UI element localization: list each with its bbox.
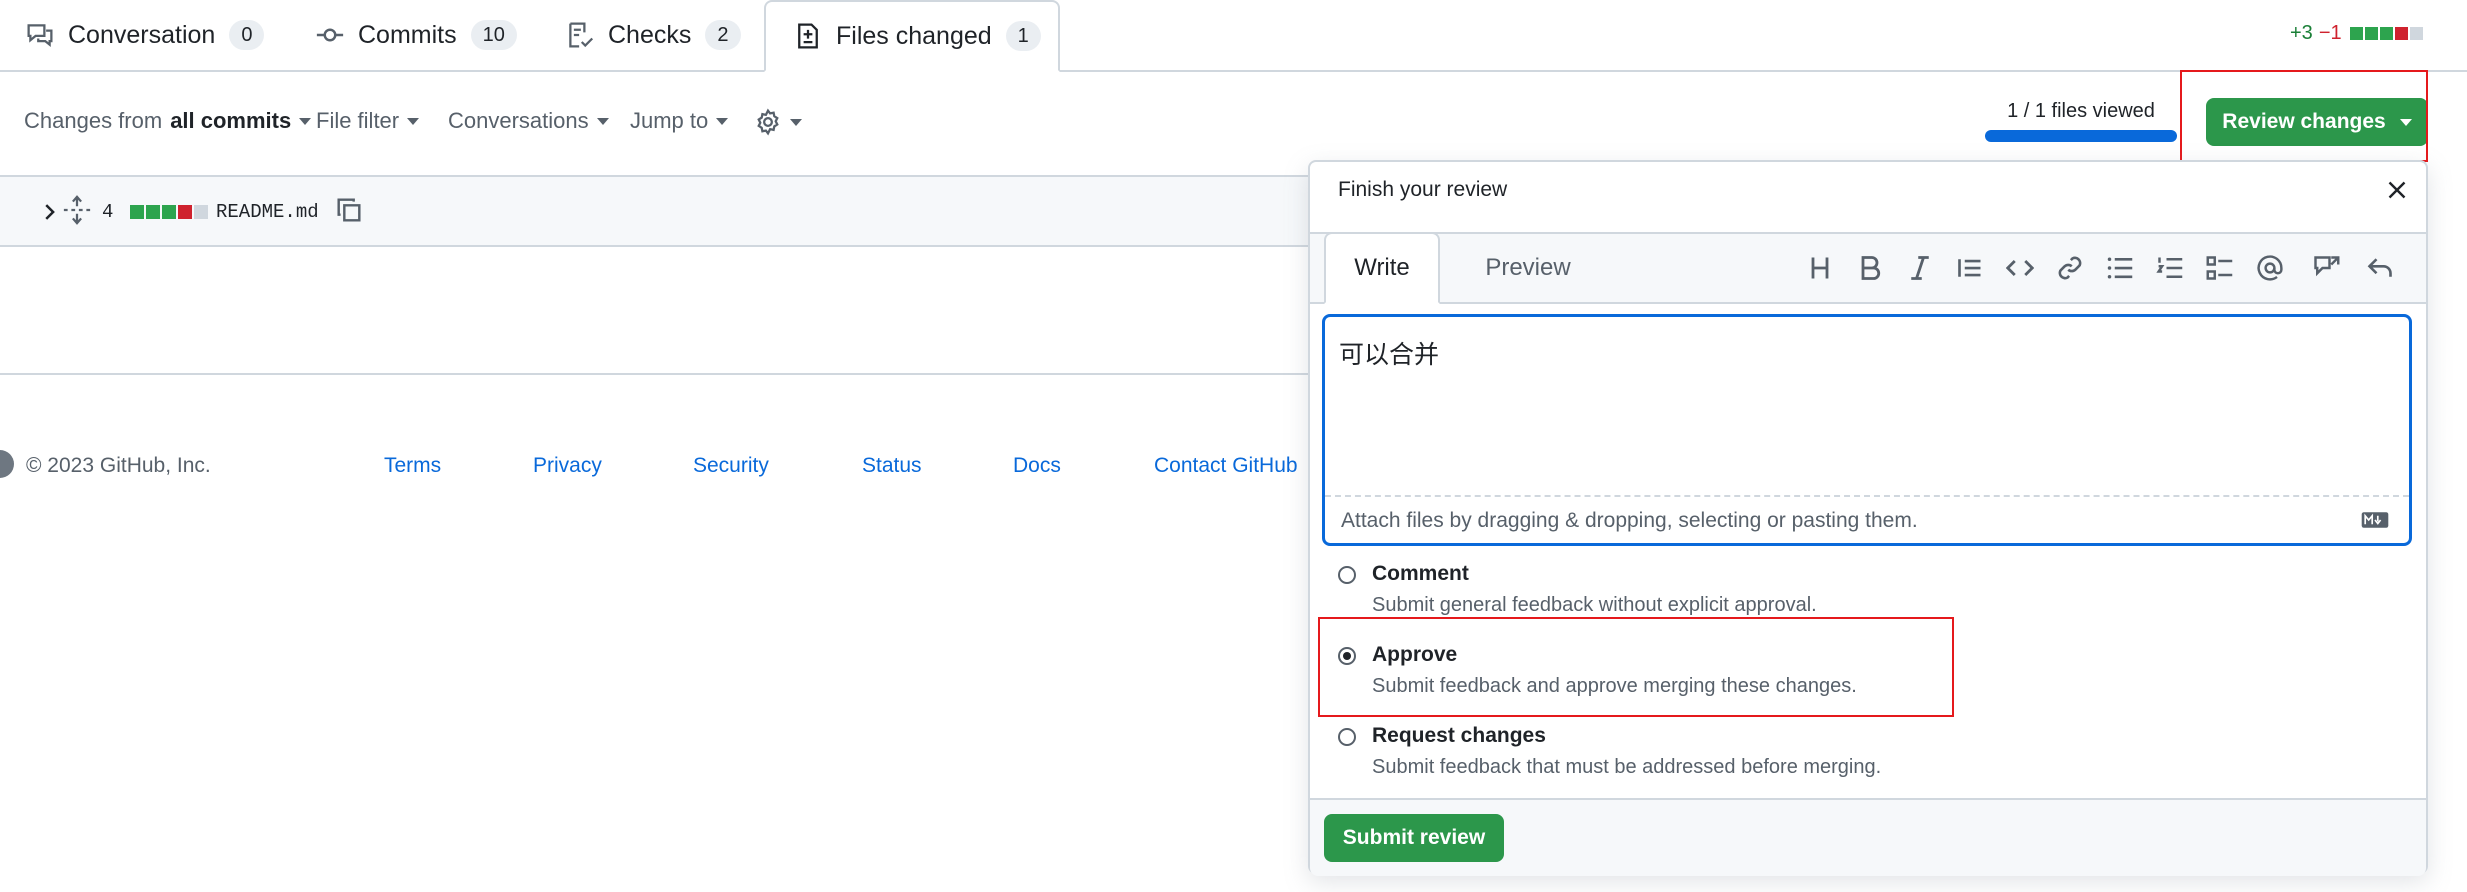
attach-files-area[interactable]: Attach files by dragging & dropping, sel… [1325,495,2409,543]
diff-settings-button[interactable] [754,108,802,136]
heading-icon[interactable] [1806,254,1834,282]
chevron-down-icon [790,118,802,126]
chevron-down-icon [407,117,420,125]
conversations-label: Conversations [448,108,589,133]
unfold-icon[interactable] [62,195,92,225]
footer-link-terms[interactable]: Terms [384,454,441,478]
cross-reference-icon[interactable] [2312,254,2340,282]
tab-checks-label: Checks [608,20,692,49]
chevron-down-icon [299,117,312,125]
task-list-icon[interactable] [2206,254,2234,282]
panel-title: Finish your review [1338,178,1508,201]
files-viewed-progress [1985,130,2177,142]
deletions-count: −1 [2318,22,2342,44]
tab-commits-label: Commits [358,20,457,49]
additions-count: +3 [2290,22,2313,44]
tab-checks-count: 2 [705,20,741,50]
option-request-changes-desc: Submit feedback that must be addressed b… [1372,756,1882,778]
jump-to-dropdown[interactable]: Jump to [630,108,729,134]
changes-from-dropdown[interactable]: Changes from all commits [24,108,312,134]
footer-link-privacy[interactable]: Privacy [533,454,602,478]
file-diffstat-blocks [128,205,208,219]
highlight-approve-option [1318,617,1954,717]
submit-review-button[interactable]: Submit review [1324,814,1504,862]
finish-review-panel: Finish your review Write Preview 可以合并 At… [1308,160,2428,876]
attach-files-hint: Attach files by dragging & dropping, sel… [1341,509,1918,532]
footer-link-security[interactable]: Security [693,454,769,478]
close-icon[interactable] [2385,178,2409,202]
tab-checks[interactable]: Checks 2 [566,0,741,70]
file-name[interactable]: README.md [216,201,319,223]
ordered-list-icon[interactable] [2156,254,2184,282]
footer-divider [0,373,1320,375]
diffstat-blocks [2348,27,2423,40]
tab-files-changed[interactable]: Files changed 1 [764,0,1060,72]
pr-tab-bar: Conversation 0 Commits 10 Checks 2 Files… [0,0,2467,72]
changes-from-value: all commits [170,108,292,133]
file-header: 4 README.md [0,175,1320,247]
tab-conversation-count: 0 [229,20,265,50]
italic-icon[interactable] [1906,254,1934,282]
code-icon[interactable] [2006,254,2034,282]
bold-icon[interactable] [1856,254,1884,282]
file-changes-count: 4 [102,201,114,223]
link-icon[interactable] [2056,254,2084,282]
mention-icon[interactable] [2256,254,2284,282]
changes-from-label: Changes from [24,108,163,133]
review-comment-textarea[interactable]: 可以合并 Attach files by dragging & dropping… [1322,314,2412,546]
chevron-down-icon [596,117,609,125]
unordered-list-icon[interactable] [2106,254,2134,282]
copy-icon[interactable] [334,195,364,225]
panel-footer: Submit review [1310,798,2426,876]
tab-files-changed-label: Files changed [836,21,992,50]
tab-commits[interactable]: Commits 10 [316,0,517,70]
files-viewed-text: 1 / 1 files viewed [2007,100,2155,122]
tab-files-changed-count: 1 [1005,21,1041,51]
highlight-review-button [2180,70,2428,162]
comment-discussion-icon [27,24,53,47]
editor-tabs: Write Preview [1310,232,2426,304]
radio-request-changes[interactable] [1338,728,1356,746]
review-comment-text: 可以合并 [1339,340,1440,369]
jump-to-label: Jump to [630,108,709,133]
footer-link-contact[interactable]: Contact GitHub [1154,454,1298,478]
file-filter-label: File filter [316,108,400,133]
file-diff-icon [798,23,818,49]
option-request-changes-label: Request changes [1372,724,1546,747]
tab-commits-count: 10 [470,20,517,50]
git-commit-icon [316,28,344,42]
chevron-right-icon[interactable] [38,201,60,223]
conversations-dropdown[interactable]: Conversations [448,108,609,134]
diffstat-summary: +3 −1 [2290,22,2423,45]
chevron-down-icon [716,117,729,125]
tab-conversation[interactable]: Conversation 0 [26,0,265,70]
tab-preview[interactable]: Preview [1456,234,1600,302]
radio-comment[interactable] [1338,566,1356,584]
github-logo-icon[interactable] [0,450,14,478]
footer-link-docs[interactable]: Docs [1013,454,1061,478]
option-comment-label: Comment [1372,562,1469,585]
checklist-icon [569,22,594,48]
footer-link-status[interactable]: Status [862,454,922,478]
footer-copyright: © 2023 GitHub, Inc. [26,454,211,477]
option-comment-desc: Submit general feedback without explicit… [1372,594,1817,616]
markdown-icon [2361,512,2389,528]
reply-icon[interactable] [2366,254,2394,282]
gear-icon [757,108,779,136]
tab-conversation-label: Conversation [68,20,216,49]
file-filter-dropdown[interactable]: File filter [316,108,420,134]
quote-icon[interactable] [1956,254,1984,282]
tab-write[interactable]: Write [1324,232,1440,304]
